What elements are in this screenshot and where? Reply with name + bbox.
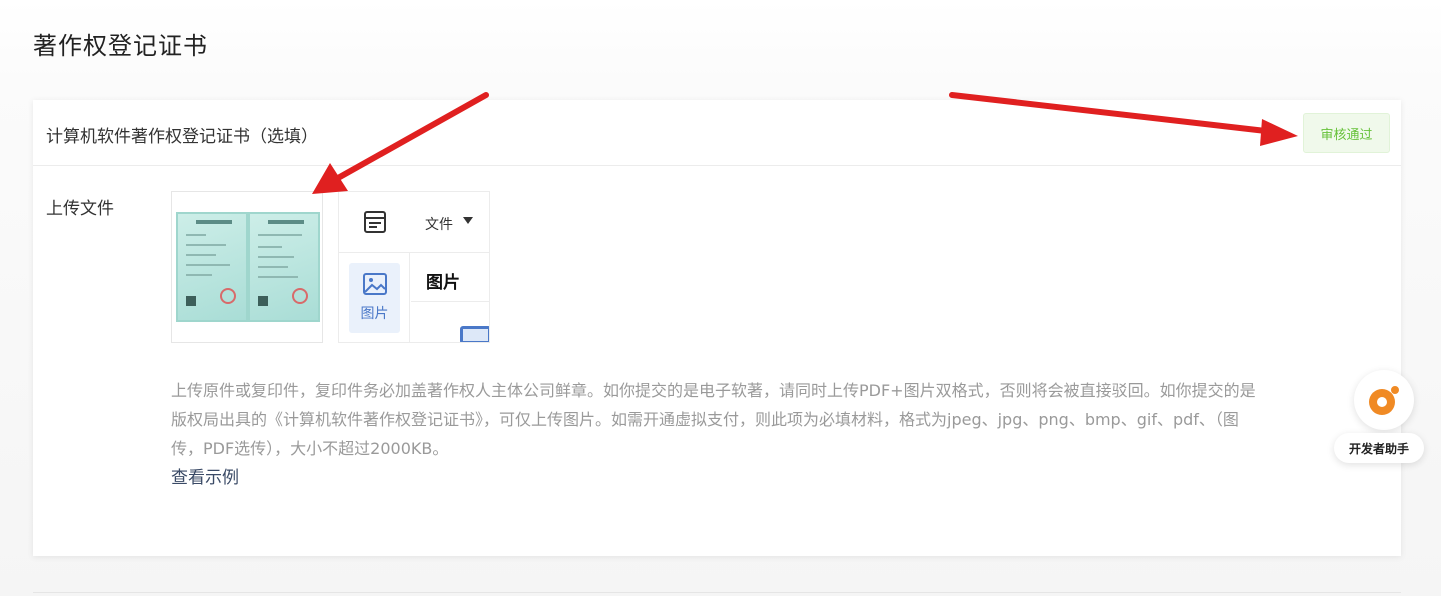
status-badge: 审核通过 (1303, 113, 1390, 153)
assistant-logo-icon (1369, 386, 1399, 415)
certificate-page-left (176, 212, 248, 322)
preview-toolbar: 文件 (339, 192, 489, 253)
preview-image-fragment (460, 326, 489, 342)
hint-line: 版权局出具的《计算机软件著作权登记证书》，可仅上传图片。如需开通虚拟支付，则此项… (171, 410, 1239, 429)
uploaded-certificate-thumbnail[interactable] (171, 191, 323, 343)
file-preview-panel[interactable]: 文件 图片 图片 (338, 191, 490, 343)
card-header: 计算机软件著作权登记证书（选填） 审核通过 (33, 100, 1401, 166)
certificate-page-right (248, 212, 320, 322)
image-tab-button[interactable]: 图片 (349, 263, 400, 333)
developer-assistant-widget[interactable]: 开发者助手 (1334, 370, 1424, 464)
upload-field-label: 上传文件 (46, 199, 114, 219)
upload-hint-text: 上传原件或复印件，复印件务必加盖著作权人主体公司鲜章。如你提交的是电子软著，请同… (171, 376, 1371, 463)
preview-main-title: 图片 (426, 273, 460, 293)
assistant-button[interactable] (1354, 370, 1414, 430)
view-example-link[interactable]: 查看示例 (171, 463, 239, 488)
assistant-label[interactable]: 开发者助手 (1334, 433, 1424, 463)
document-icon[interactable] (363, 210, 387, 234)
preview-divider (411, 301, 489, 302)
image-icon (363, 273, 387, 295)
image-tab-label: 图片 (360, 306, 389, 322)
page-title: 著作权登记证书 (33, 32, 208, 60)
card-title: 计算机软件著作权登记证书（选填） (46, 127, 318, 147)
certificate-card: 计算机软件著作权登记证书（选填） 审核通过 上传文件 文件 图片 图片 上传原件… (33, 100, 1401, 556)
hint-line: 上传原件或复印件，复印件务必加盖著作权人主体公司鲜章。如你提交的是电子软著，请同… (171, 381, 1256, 400)
chevron-down-icon[interactable] (463, 217, 473, 224)
preview-sidebar: 图片 (339, 253, 410, 342)
divider (33, 592, 1401, 593)
hint-line: 传，PDF选传），大小不超过2000KB。 (171, 439, 449, 458)
file-menu-label[interactable]: 文件 (425, 214, 453, 234)
